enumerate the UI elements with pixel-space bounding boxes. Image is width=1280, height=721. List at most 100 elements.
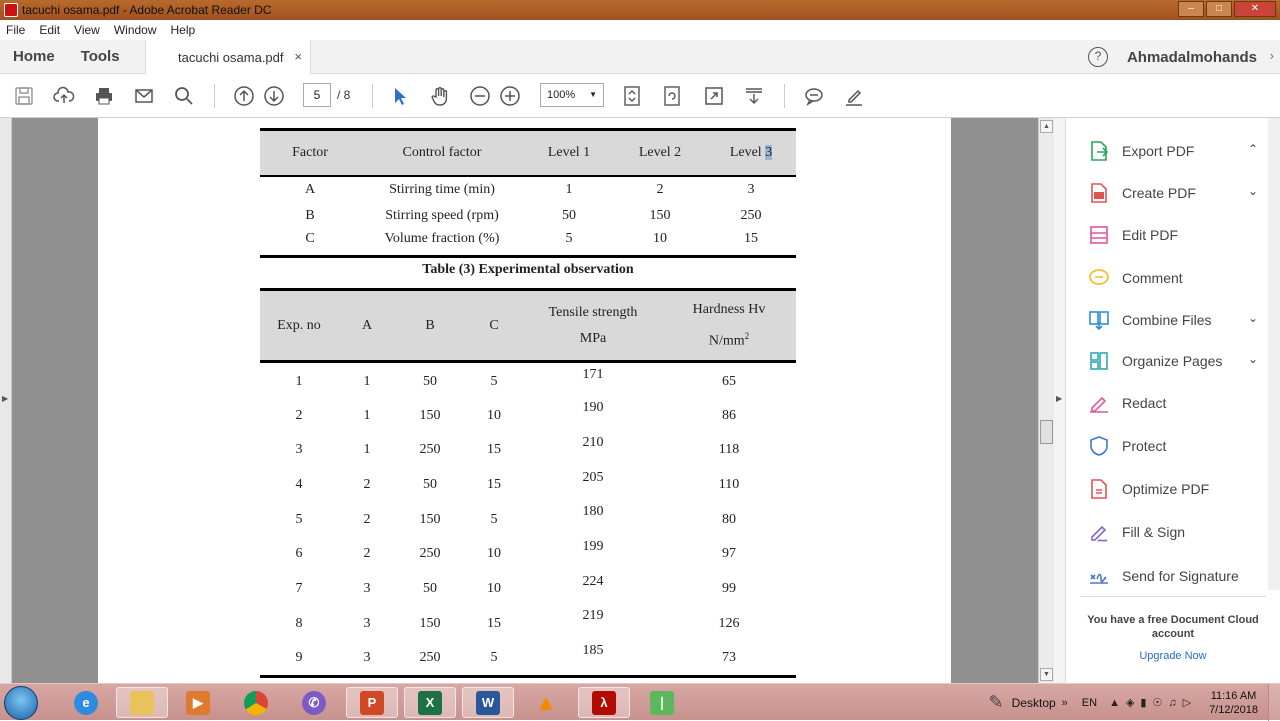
collapse-chevron-icon[interactable]: ⌃ (1248, 142, 1258, 156)
right-pane-toggle[interactable]: ▶ (1054, 118, 1066, 683)
tool-fill-sign[interactable]: Fill & Sign (1088, 517, 1258, 547)
file-explorer-icon (130, 690, 154, 715)
desktop-toolbar-icon[interactable]: ✎ (989, 692, 1004, 713)
redact-icon (1090, 396, 1108, 413)
document-scrollbar[interactable]: ▲ ▼ (1038, 118, 1054, 683)
menu-file[interactable]: File (6, 23, 25, 37)
export-pdf-icon (1091, 141, 1109, 161)
tool-redact[interactable]: Redact (1088, 388, 1258, 418)
fit-page-icon[interactable] (620, 84, 644, 108)
taskbar-chrome[interactable] (230, 687, 282, 718)
tool-combine-files[interactable]: Combine Files ⌄ (1088, 305, 1258, 335)
word-icon: W (476, 690, 500, 715)
taskbar-acrobat[interactable]: λ (578, 687, 630, 718)
start-button[interactable] (4, 686, 38, 720)
tool-comment[interactable]: Comment (1088, 263, 1258, 293)
taskbar-word[interactable]: W (462, 687, 514, 718)
full-screen-icon[interactable] (702, 84, 726, 108)
help-icon[interactable]: ? (1088, 47, 1108, 67)
tool-organize-pages[interactable]: Organize Pages ⌄ (1088, 346, 1258, 376)
tool-create-pdf[interactable]: Create PDF ⌄ (1088, 178, 1258, 208)
rotate-page-icon[interactable] (660, 84, 684, 108)
tool-export-pdf[interactable]: Export PDF ⌃ (1088, 136, 1258, 166)
tool-edit-pdf[interactable]: Edit PDF (1088, 220, 1258, 250)
table1-header: Control factor (360, 129, 524, 177)
document-viewer[interactable]: Factor Control factor Level 1 Level 2 Le… (0, 118, 1054, 683)
tools-pane-scrollbar[interactable] (1268, 118, 1280, 590)
save-icon[interactable] (12, 84, 36, 108)
taskbar-excel[interactable]: X (404, 687, 456, 718)
toolbar-chevron[interactable]: » (1062, 697, 1068, 709)
comment-icon[interactable] (802, 84, 826, 108)
maximize-button[interactable]: □ (1206, 1, 1232, 17)
menu-window[interactable]: Window (114, 23, 157, 37)
hand-tool-icon[interactable] (428, 84, 452, 108)
expand-chevron-icon[interactable]: ⌄ (1248, 311, 1258, 325)
system-tray: ✎ Desktop » EN ▲◈▮☉♫▷ 11:16 AM 7/12/2018 (989, 684, 1280, 721)
tab-home[interactable]: Home (0, 48, 68, 65)
table2-header: Exp. no (260, 289, 338, 363)
zoom-dropdown-icon: ▼ (589, 90, 597, 99)
highlight-pen-icon[interactable] (842, 84, 866, 108)
user-account[interactable]: Ahmadalmohands (1127, 49, 1257, 66)
expand-chevron-icon[interactable]: ⌄ (1248, 352, 1258, 366)
upload-cloud-icon[interactable] (52, 84, 76, 108)
menu-view[interactable]: View (74, 23, 100, 37)
page-number-input[interactable]: 5 (303, 83, 331, 107)
main-toolbar (0, 74, 1280, 118)
zoom-in-icon[interactable] (498, 84, 522, 108)
taskbar-stats-app[interactable]: ∣ (636, 687, 688, 718)
tool-send-for-signature[interactable]: Send for Signature (1088, 561, 1258, 591)
observation-table: Exp. no A B C Tensile strength MPa Hardne… (260, 288, 796, 674)
tab-document[interactable]: tacuchi osama.pdf × (145, 40, 311, 75)
select-cursor-icon[interactable] (388, 84, 412, 108)
expand-left-icon: ▶ (2, 394, 9, 403)
table-row: 4 2 50 15 205 110 (295, 469, 740, 492)
language-indicator[interactable]: EN (1082, 697, 1097, 709)
more-arrow-icon[interactable]: › (1270, 48, 1274, 63)
taskbar-powerpoint[interactable]: P (346, 687, 398, 718)
taskbar-vlc[interactable]: ▲ (520, 687, 572, 718)
left-pane-toggle[interactable]: ▶ (0, 118, 12, 683)
print-icon[interactable] (92, 84, 116, 108)
menu-edit[interactable]: Edit (39, 23, 60, 37)
factors-table: Factor Control factor Level 1 Level 2 Le… (260, 128, 796, 258)
expand-chevron-icon[interactable]: ⌄ (1248, 184, 1258, 198)
zoom-value: 100% (547, 89, 576, 101)
window-title: tacuchi osama.pdf - Adobe Acrobat Reader… (22, 3, 272, 17)
taskbar-viber[interactable]: ✆ (288, 687, 340, 718)
send-signature-icon (1090, 573, 1108, 584)
minimize-button[interactable]: – (1178, 1, 1204, 17)
scroll-down-icon[interactable]: ▼ (1040, 668, 1053, 681)
zoom-select[interactable]: 100% ▼ (540, 83, 604, 107)
search-icon[interactable] (172, 84, 196, 108)
desktop-toolbar[interactable]: Desktop (1012, 696, 1056, 710)
menu-help[interactable]: Help (171, 23, 196, 37)
vlc-icon: ▲ (535, 689, 557, 715)
scroll-mode-icon[interactable] (742, 84, 766, 108)
tab-tools[interactable]: Tools (68, 48, 133, 65)
taskbar-media[interactable]: ▶ (172, 687, 224, 718)
email-icon[interactable] (132, 84, 156, 108)
close-tab-icon[interactable]: × (294, 49, 302, 64)
next-page-icon[interactable] (262, 84, 286, 108)
table-row: 5 2 150 5 180 80 (295, 504, 737, 527)
taskbar-ie[interactable]: e (60, 687, 112, 718)
table-row: 6 2 250 10 199 97 (295, 538, 737, 562)
scrollbar-thumb[interactable] (1040, 420, 1053, 444)
zoom-out-icon[interactable] (468, 84, 492, 108)
upgrade-now-link[interactable]: Upgrade Now (1080, 650, 1266, 662)
close-window-button[interactable]: ✕ (1234, 1, 1276, 17)
tool-optimize-pdf[interactable]: Optimize PDF (1088, 474, 1258, 504)
table1-header: Level 1 (524, 129, 614, 177)
scroll-up-icon[interactable]: ▲ (1040, 120, 1053, 133)
document-tab-label: tacuchi osama.pdf (178, 50, 284, 65)
taskbar-explorer[interactable] (116, 687, 168, 718)
tool-protect[interactable]: Protect (1088, 431, 1258, 461)
window-controls: – □ ✕ (1178, 1, 1276, 17)
tray-icons[interactable]: ▲◈▮☉♫▷ (1109, 696, 1197, 709)
previous-page-icon[interactable] (232, 84, 256, 108)
clock[interactable]: 11:16 AM 7/12/2018 (1209, 689, 1258, 717)
table2-header: Tensile strength MPa (524, 289, 662, 363)
show-desktop-button[interactable] (1268, 684, 1280, 721)
